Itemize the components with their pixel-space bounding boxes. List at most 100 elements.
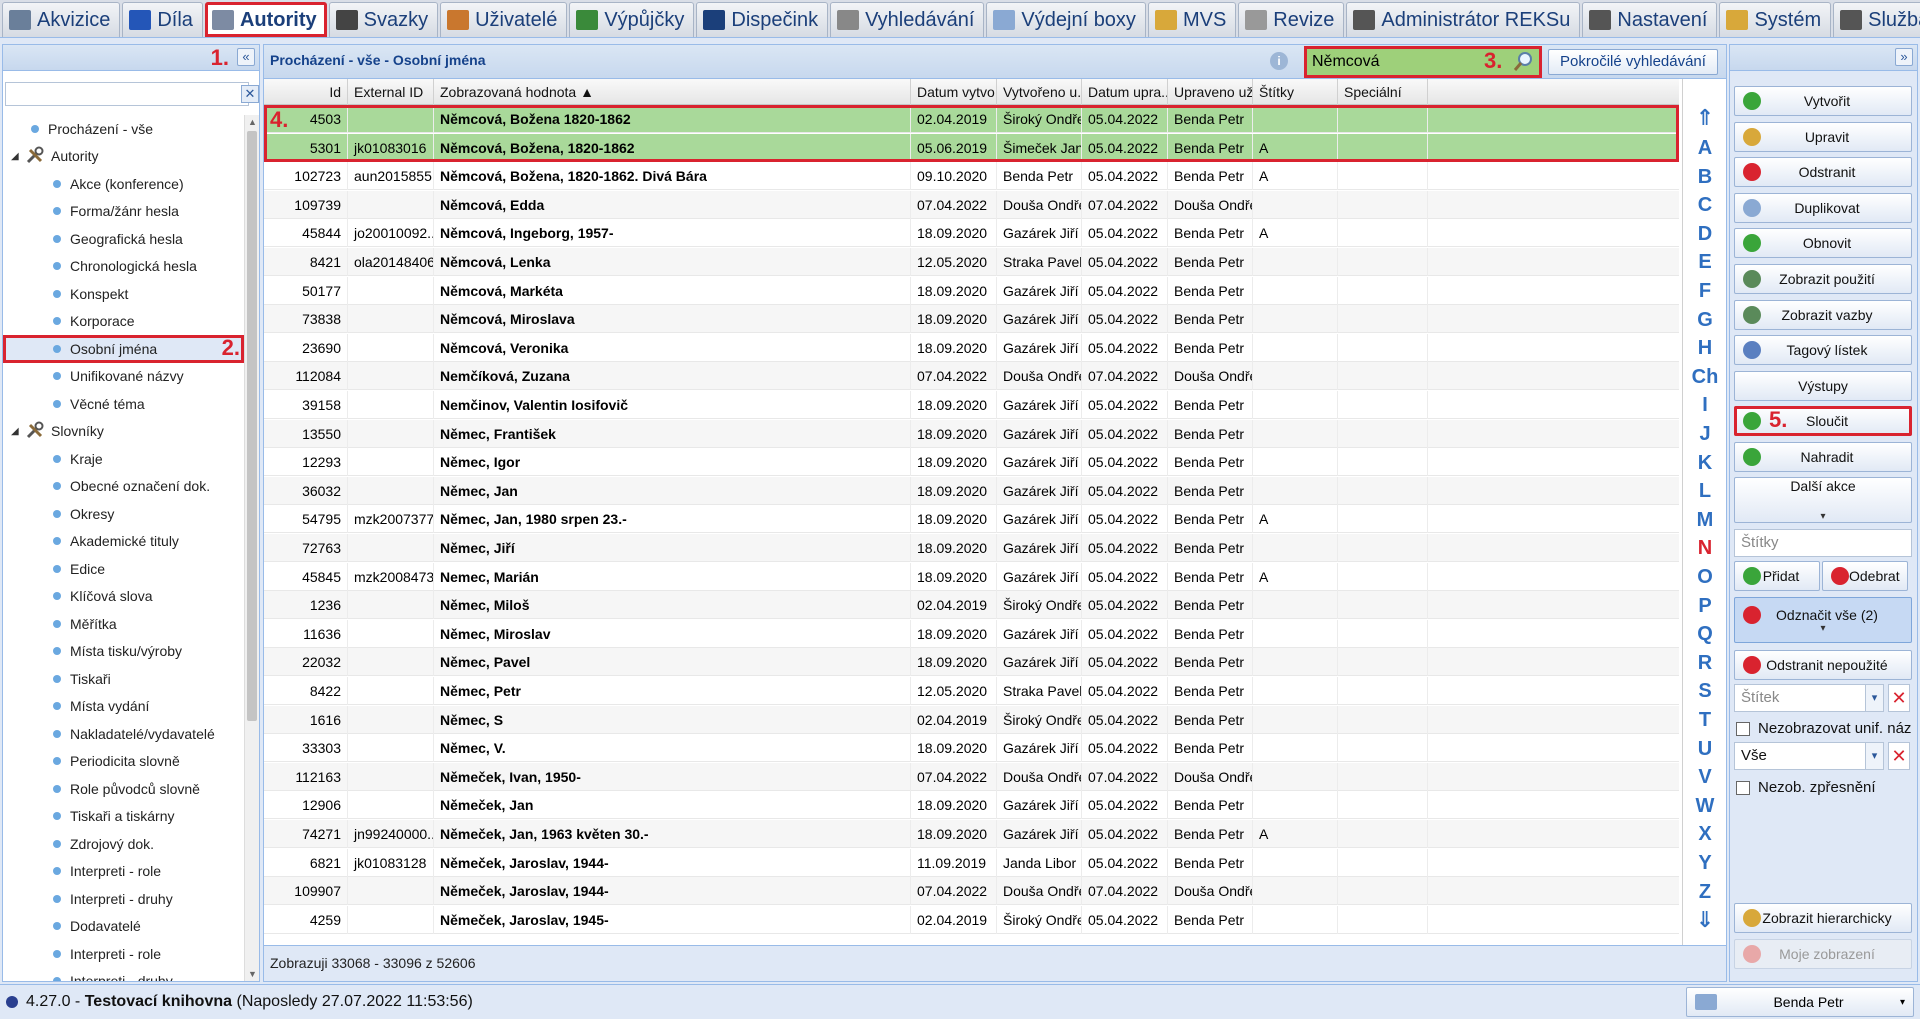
alphabet-letter[interactable]: D: [1683, 220, 1727, 248]
column-header[interactable]: Štítky: [1253, 79, 1338, 105]
table-row[interactable]: 1236 Němec, Miloš 02.04.2019 Široký Ondřej 0…: [264, 591, 1679, 620]
table-row[interactable]: 74271 jn99240000... Němeček, Jan, 1963 kvě…: [264, 820, 1679, 848]
tab-vyhled-v-n-[interactable]: Vyhledávání: [830, 2, 985, 37]
tree-item[interactable]: Věcné téma: [3, 390, 244, 418]
alphabet-letter[interactable]: H: [1683, 334, 1727, 362]
tree-item[interactable]: Forma/žánr hesla: [3, 198, 244, 226]
table-row[interactable]: 45845mzk2008473...Nemec, Marián18.09.202…: [264, 562, 1679, 591]
tree-item[interactable]: Chronologická hesla: [3, 253, 244, 281]
tree-item[interactable]: Role původců slovně: [3, 775, 244, 803]
tree-item[interactable]: Korporace: [3, 308, 244, 336]
tree-item[interactable]: Konspekt: [3, 280, 244, 308]
tree-item[interactable]: Kraje: [3, 445, 244, 473]
scroll-up-icon[interactable]: ▲: [245, 117, 260, 127]
alphabet-letter[interactable]: W: [1683, 792, 1727, 820]
alphabet-letter[interactable]: F: [1683, 277, 1727, 305]
navigation-scrollbar[interactable]: ▲ ▼: [244, 115, 259, 981]
table-row[interactable]: 4503 Němcová, Božena 1820-1862 02.04.2019 Š…: [264, 105, 1679, 133]
tab-v-dejn-boxy[interactable]: Výdejní boxy: [986, 2, 1146, 37]
action-slou-it[interactable]: 5. Sloučit: [1734, 406, 1912, 437]
tab-mvs[interactable]: MVS: [1147, 2, 1237, 37]
tab-autority[interactable]: Autority: [204, 2, 327, 37]
tab-svazky[interactable]: Svazky: [328, 2, 439, 37]
remove-unused-button[interactable]: Odstranit nepoužité: [1734, 650, 1912, 680]
alphabet-letter[interactable]: K: [1683, 449, 1727, 477]
alphabet-letter[interactable]: E: [1683, 248, 1727, 276]
navigation-filter-input[interactable]: [5, 82, 249, 106]
alphabet-letter[interactable]: Ch: [1683, 363, 1727, 391]
tree-item[interactable]: Dodavatelé: [3, 913, 244, 941]
alphabet-letter[interactable]: L: [1683, 477, 1727, 505]
first-page-icon[interactable]: ⇑: [1683, 107, 1727, 129]
add-tag-button[interactable]: Přidat: [1734, 561, 1820, 591]
alphabet-letter[interactable]: M: [1683, 506, 1727, 534]
table-row[interactable]: 12293 Němec, Igor 18.09.2020 Gazárek Jiří 05…: [264, 448, 1679, 477]
show-hierarchy-button[interactable]: Zobrazit hierarchicky: [1734, 903, 1912, 933]
alphabet-letter[interactable]: V: [1683, 763, 1727, 791]
tree-item[interactable]: Geografická hesla: [3, 225, 244, 253]
table-row[interactable]: 54795mzk2007377...Němec, Jan, 1980 srpen…: [264, 505, 1679, 534]
table-row[interactable]: 1616 Němec, S 02.04.2019 Široký Ondřej 05.04…: [264, 705, 1679, 734]
expand-arrow-icon[interactable]: ◢: [11, 151, 21, 162]
action-zobrazit-pou-it-[interactable]: Zobrazit použití: [1734, 264, 1912, 294]
alphabet-letter[interactable]: T: [1683, 706, 1727, 734]
alphabet-letter[interactable]: X: [1683, 820, 1727, 848]
table-row[interactable]: 109739 Němcová, Edda 07.04.2022 Douša Ondře…: [264, 190, 1679, 219]
action-duplikovat[interactable]: Duplikovat: [1734, 192, 1912, 223]
table-row[interactable]: 39158 Nemčinov, Valentin Iosifovič 18.09.2…: [264, 391, 1679, 419]
user-menu-button[interactable]: Benda Petr ▾: [1686, 987, 1914, 1017]
column-header[interactable]: Vytvořeno u...: [997, 79, 1082, 105]
action-zobrazit-vazby[interactable]: Zobrazit vazby: [1734, 299, 1912, 330]
clear-icon[interactable]: ✕: [1888, 684, 1910, 712]
my-view-button[interactable]: Moje zobrazení: [1734, 939, 1912, 969]
tree-item[interactable]: Procházení - vše: [3, 115, 244, 143]
table-row[interactable]: 6821 jk01083128 Němeček, Jaroslav, 1944- 11…: [264, 848, 1679, 877]
tab-nastaven-[interactable]: Nastavení: [1582, 2, 1718, 37]
table-row[interactable]: 4259 Němeček, Jaroslav, 1945- 02.04.2019 Ši…: [264, 905, 1679, 934]
info-icon[interactable]: i: [1270, 52, 1288, 70]
unmark-all-button[interactable]: Odznačit vše (2) ▾: [1734, 597, 1912, 643]
checkbox-icon[interactable]: [1736, 780, 1750, 795]
table-row[interactable]: 8421ola20148406...Němcová, Lenka12.05.20…: [264, 248, 1679, 276]
alphabet-letter[interactable]: O: [1683, 563, 1727, 591]
tree-item[interactable]: Okresy: [3, 500, 244, 528]
column-header[interactable]: Zobrazovaná hodnota ▲: [434, 79, 911, 105]
tree-item[interactable]: Interpreti - druhy: [3, 885, 244, 913]
more-actions-button[interactable]: Další akce ▾: [1734, 477, 1912, 523]
alphabet-letter[interactable]: P: [1683, 592, 1727, 620]
table-row[interactable]: 13550 Němec, František 18.09.2020 Gazárek J…: [264, 419, 1679, 448]
alphabet-letter[interactable]: G: [1683, 306, 1727, 334]
alphabet-letter[interactable]: Y: [1683, 849, 1727, 877]
tags-input[interactable]: Štítky: [1734, 529, 1912, 557]
table-row[interactable]: 50177 Němcová, Markéta 18.09.2020 Gazárek J…: [264, 276, 1679, 305]
table-row[interactable]: 102723aun2015855...Němcová, Božena, 1820…: [264, 162, 1679, 191]
tree-item[interactable]: Tiskaři: [3, 665, 244, 693]
checkbox-icon[interactable]: [1736, 721, 1750, 736]
scroll-down-icon[interactable]: ▼: [245, 969, 260, 979]
tag-combo[interactable]: Štítek ▾: [1734, 684, 1884, 712]
tree-item[interactable]: Unifikované názvy: [3, 363, 244, 391]
search-icon[interactable]: [1512, 51, 1534, 73]
table-row[interactable]: 8422 Němec, Petr 12.05.2020 Straka Pavel 05.…: [264, 677, 1679, 705]
tree-item[interactable]: Periodicita slovně: [3, 748, 244, 776]
tab-revize[interactable]: Revize: [1238, 2, 1345, 37]
tree-item[interactable]: Zdrojový dok.: [3, 830, 244, 858]
tree-item[interactable]: Akce (konference): [3, 170, 244, 198]
table-row[interactable]: 5301 jk01083016 Němcová, Božena, 1820-1862…: [264, 133, 1679, 162]
alphabet-letter[interactable]: S: [1683, 677, 1727, 705]
table-row[interactable]: 112084 Nemčíková, Zuzana 07.04.2022 Douša O…: [264, 362, 1679, 391]
column-header[interactable]: Upraveno už...: [1168, 79, 1253, 105]
tree-item[interactable]: Akademické tituly: [3, 528, 244, 556]
tree-group[interactable]: ◢ Autority: [3, 143, 244, 171]
action-upravit[interactable]: Upravit: [1734, 121, 1912, 152]
tab-v-p-j-ky[interactable]: Výpůjčky: [569, 2, 695, 37]
table-row[interactable]: 11636 Němec, Miroslav 18.09.2020 Gazárek Ji…: [264, 619, 1679, 648]
alphabet-letter[interactable]: U: [1683, 735, 1727, 763]
tree-item[interactable]: Nakladatelé/vydavatelé: [3, 720, 244, 748]
table-row[interactable]: 45844 jo20010092... Němcová, Ingeborg, 195…: [264, 219, 1679, 248]
alphabet-letter[interactable]: J: [1683, 420, 1727, 448]
chevron-down-icon[interactable]: ▾: [1865, 685, 1883, 711]
table-row[interactable]: 22032 Němec, Pavel 18.09.2020 Gazárek Jiří 0…: [264, 648, 1679, 677]
alphabet-letter[interactable]: Q: [1683, 620, 1727, 648]
alphabet-letter[interactable]: C: [1683, 191, 1727, 219]
